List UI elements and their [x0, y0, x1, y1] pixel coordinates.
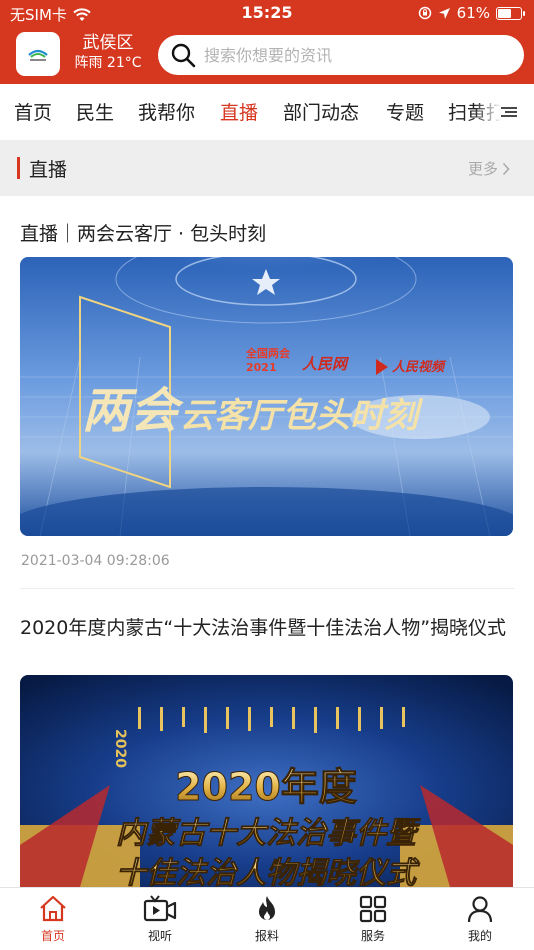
tabbar-services-label: 服务: [360, 929, 385, 943]
orientation-lock-icon: [418, 6, 431, 20]
tab-home[interactable]: 首页: [14, 98, 52, 125]
article-card[interactable]: 直播｜两会云客厅 · 包头时刻: [20, 222, 514, 247]
more-label: 更多: [467, 160, 498, 178]
channel-menu-button[interactable]: [474, 84, 534, 140]
video-camera-icon: [143, 895, 177, 922]
weather-text: 阵雨 21°C: [74, 55, 142, 71]
menu-icon: [501, 107, 517, 117]
search-bar[interactable]: [158, 35, 524, 75]
chevron-right-icon: [502, 162, 510, 175]
svg-text:2021: 2021: [246, 361, 277, 374]
flame-icon: [259, 896, 275, 920]
svg-text:两会: 两会: [82, 383, 184, 439]
tabbar-media[interactable]: 视听: [120, 888, 200, 950]
app-bar: 武侯区 阵雨 21°C: [0, 28, 534, 84]
svg-text:内蒙古十大法治事件暨: 内蒙古十大法治事件暨: [116, 816, 421, 851]
city-name: 武侯区: [82, 33, 134, 53]
tab-livelihood[interactable]: 民生: [76, 98, 114, 125]
svg-text:人民视频: 人民视频: [392, 359, 447, 375]
section-accent-bar: [17, 157, 20, 179]
article-title: 直播｜两会云客厅 · 包头时刻: [20, 223, 267, 245]
battery-icon: [496, 6, 525, 20]
app-logo-icon: [28, 49, 48, 61]
tabbar-report-label: 报料: [254, 929, 279, 943]
tab-special-topics[interactable]: 专题: [386, 98, 424, 125]
status-bar: 无SIM卡 15:25 61%: [0, 0, 534, 28]
svg-text:全国两会: 全国两会: [245, 346, 291, 360]
svg-text:2020年度: 2020年度: [175, 765, 357, 809]
tabbar-media-label: 视听: [147, 929, 172, 943]
tabbar-home[interactable]: 首页: [13, 888, 93, 950]
article-title: 2020年度内蒙古“十大法治事件暨十佳法治人物”揭晓仪式: [20, 617, 507, 639]
app-logo[interactable]: [16, 32, 60, 76]
location-arrow-icon: [438, 7, 450, 19]
tabbar-home-label: 首页: [40, 929, 65, 943]
channel-tabs: 首页 民生 我帮你 直播 部门动态 专题 扫黄打: [0, 84, 534, 140]
user-icon: [467, 896, 493, 923]
tabbar-profile-label: 我的: [467, 929, 492, 943]
grid-icon: [359, 895, 387, 923]
svg-text:2020: 2020: [112, 729, 128, 768]
tab-department-news[interactable]: 部门动态: [283, 98, 359, 125]
tab-help-me[interactable]: 我帮你: [138, 98, 195, 125]
search-input[interactable]: [204, 45, 504, 65]
bottom-tab-bar: 首页 视听 报料 服务 我的: [0, 887, 534, 950]
status-right: 61%: [418, 4, 525, 22]
article-thumbnail[interactable]: 两会 云客厅包头时刻 全国两会 2021 人民网 人民视频: [20, 257, 513, 536]
more-link[interactable]: 更多: [468, 158, 510, 179]
svg-text:十佳法治人物揭晓仪式: 十佳法治人物揭晓仪式: [116, 856, 420, 887]
battery-percent: 61%: [456, 4, 490, 22]
section-header: 直播 更多: [0, 140, 534, 196]
two-sessions-banner-image: 两会 云客厅包头时刻 全国两会 2021 人民网 人民视频: [20, 257, 513, 536]
tabbar-services[interactable]: 服务: [333, 888, 413, 950]
section-title: 直播: [29, 159, 68, 181]
location-weather[interactable]: 武侯区 阵雨 21°C: [68, 33, 148, 73]
tabbar-profile[interactable]: 我的: [440, 888, 520, 950]
header: 无SIM卡 15:25 61% 武侯区 阵雨 21°C 搜索你想要的资讯: [0, 0, 534, 84]
article-date: 2021-03-04 09:28:06: [21, 553, 170, 569]
law-ceremony-banner-image: 2020 2020年度 内蒙古十大法治事件暨 十佳法治人物揭晓仪式: [20, 675, 513, 887]
article-thumbnail[interactable]: 2020 2020年度 内蒙古十大法治事件暨 十佳法治人物揭晓仪式: [20, 675, 513, 887]
tabbar-report[interactable]: 报料: [227, 888, 307, 950]
home-icon: [40, 895, 66, 922]
search-icon: [171, 43, 196, 68]
svg-text:云客厅包头时刻: 云客厅包头时刻: [180, 396, 424, 436]
article-divider: [20, 588, 514, 589]
battery-level: [498, 8, 511, 18]
article-card[interactable]: 2020年度内蒙古“十大法治事件暨十佳法治人物”揭晓仪式: [20, 616, 514, 641]
tab-live[interactable]: 直播: [220, 98, 258, 125]
svg-text:人民网: 人民网: [302, 355, 350, 373]
